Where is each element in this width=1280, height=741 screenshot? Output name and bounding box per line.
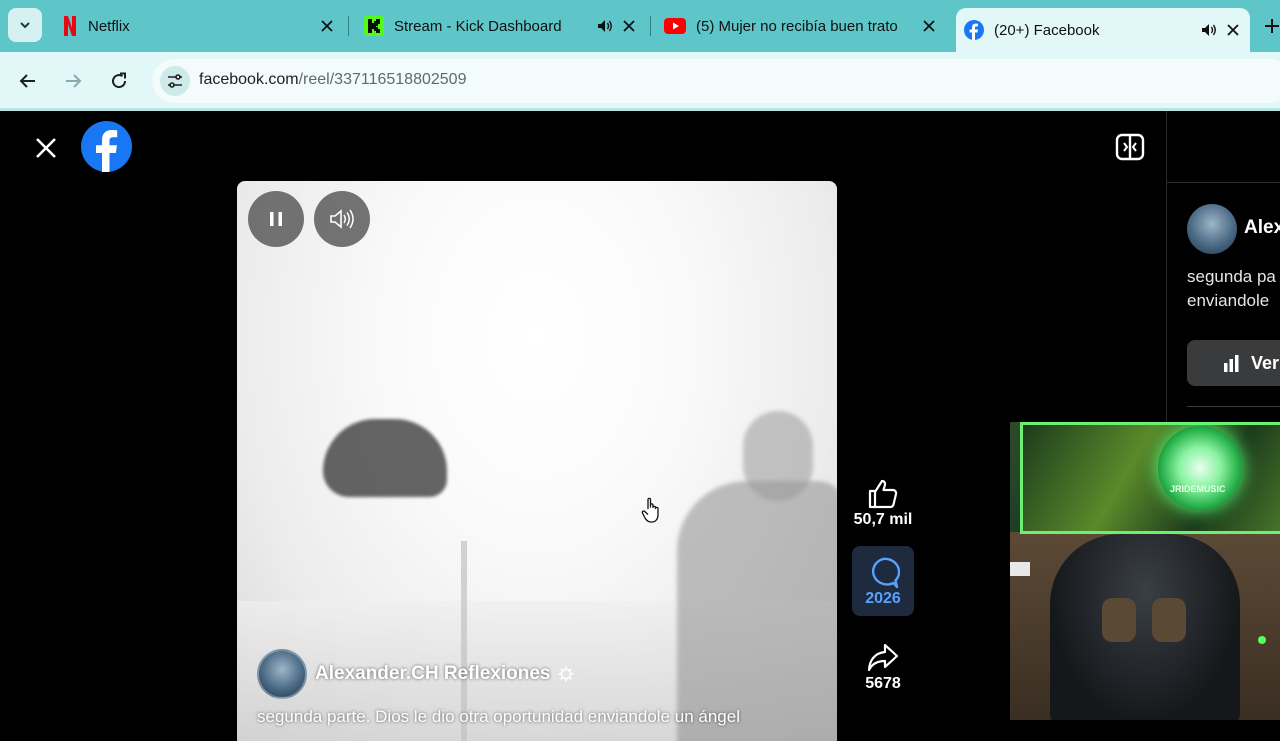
view-insights-label: Ver [1251, 352, 1280, 373]
url-text: facebook.com/reel/337116518802509 [199, 71, 466, 89]
webcam-scene [1020, 422, 1280, 534]
divider [1167, 182, 1280, 183]
share-icon [867, 643, 899, 672]
tab-netflix[interactable]: Netflix [54, 8, 344, 44]
kick-icon [364, 16, 384, 36]
youtube-icon [664, 18, 686, 34]
tab-title: Netflix [88, 17, 130, 35]
webcam-scene [1258, 636, 1266, 644]
share-button[interactable]: 5678 [852, 641, 914, 693]
forward-button[interactable] [58, 66, 88, 96]
avatar[interactable] [257, 649, 307, 699]
video-scene [323, 419, 447, 497]
tab-separator [348, 16, 349, 36]
reload-button[interactable] [104, 66, 134, 96]
speaker-icon[interactable] [596, 17, 614, 35]
like-button[interactable]: 50,7 mil [852, 477, 914, 529]
tab-kick-dashboard[interactable]: Stream - Kick Dashboard [356, 8, 646, 44]
bar-chart-icon [1224, 355, 1239, 372]
arrow-right-icon [66, 74, 82, 88]
webcam-scene [1102, 598, 1136, 642]
expand-panel-icon[interactable] [1114, 131, 1146, 163]
gaming-chair [1050, 534, 1240, 720]
facebook-logo-icon[interactable] [81, 121, 132, 172]
reload-icon [112, 72, 127, 89]
tab-title: (20+) Facebook [994, 21, 1100, 39]
thumbs-up-icon [868, 479, 898, 509]
close-tab-icon[interactable] [318, 17, 336, 35]
facebook-icon [964, 20, 984, 40]
browser-toolbar: facebook.com/reel/337116518802509 [0, 52, 1280, 110]
webcam-scene [1152, 598, 1186, 642]
video-scene [743, 411, 813, 501]
close-tab-icon[interactable] [1224, 21, 1242, 39]
reel-caption: enviandole [1187, 291, 1270, 310]
reel-viewer: Alexander.CH Reflexiones segunda parte. … [0, 111, 1166, 741]
netflix-icon [64, 16, 76, 36]
tab-strip: Netflix Stream - Kick Dashboard (5) Muje… [0, 0, 1280, 52]
avatar[interactable] [1187, 204, 1237, 254]
comment-count: 2026 [865, 590, 901, 607]
arrow-left-icon [19, 74, 35, 88]
tab-title: (5) Mujer no recibía buen trato [696, 17, 898, 35]
streamer-logo-text: JRIDEMUSIC [1170, 484, 1226, 494]
new-tab-icon[interactable] [1262, 14, 1280, 38]
author-name[interactable]: Alexander.CH Reflexiones [315, 663, 550, 685]
url-host: facebook.com [199, 71, 299, 88]
gear-icon [558, 666, 574, 682]
close-tab-icon[interactable] [620, 17, 638, 35]
video-scene [677, 481, 837, 741]
speaker-icon [330, 209, 354, 229]
like-count: 50,7 mil [853, 511, 913, 528]
speaker-icon[interactable] [1200, 21, 1218, 39]
chevron-down-icon [20, 22, 30, 29]
share-count: 5678 [865, 675, 901, 692]
close-tab-icon[interactable] [920, 17, 938, 35]
reel-author[interactable]: Alexander.CH Reflexiones [257, 649, 574, 699]
view-insights-button[interactable]: Ver [1187, 340, 1280, 386]
comment-icon [871, 557, 900, 589]
back-button[interactable] [13, 66, 43, 96]
pause-icon [270, 212, 282, 226]
url-path: /reel/337116518802509 [298, 71, 467, 88]
address-bar[interactable]: facebook.com/reel/337116518802509 [152, 59, 1280, 103]
webcam-overlay: JRIDEMUSIC [1010, 422, 1280, 720]
volume-button[interactable] [314, 191, 370, 247]
tune-icon [168, 74, 182, 88]
reel-video[interactable]: Alexander.CH Reflexiones segunda parte. … [237, 181, 837, 741]
site-info-button[interactable] [160, 66, 190, 96]
author-name[interactable]: Alex [1244, 217, 1280, 239]
webcam-scene [1010, 562, 1030, 576]
streamer-logo [1158, 426, 1242, 510]
reel-caption: segunda parte. Dios le dio otra oportuni… [257, 707, 740, 726]
reel-caption: segunda pa [1187, 267, 1276, 286]
close-icon[interactable] [32, 134, 60, 162]
hand-cursor-icon [641, 497, 659, 523]
tab-facebook[interactable]: (20+) Facebook [956, 8, 1250, 52]
tab-separator [650, 16, 651, 36]
comment-button[interactable]: 2026 [852, 546, 914, 616]
tab-youtube[interactable]: (5) Mujer no recibía buen trato [656, 8, 946, 44]
tab-title: Stream - Kick Dashboard [394, 17, 562, 35]
tab-search-button[interactable] [8, 8, 42, 42]
divider [1187, 406, 1280, 407]
pause-button[interactable] [248, 191, 304, 247]
